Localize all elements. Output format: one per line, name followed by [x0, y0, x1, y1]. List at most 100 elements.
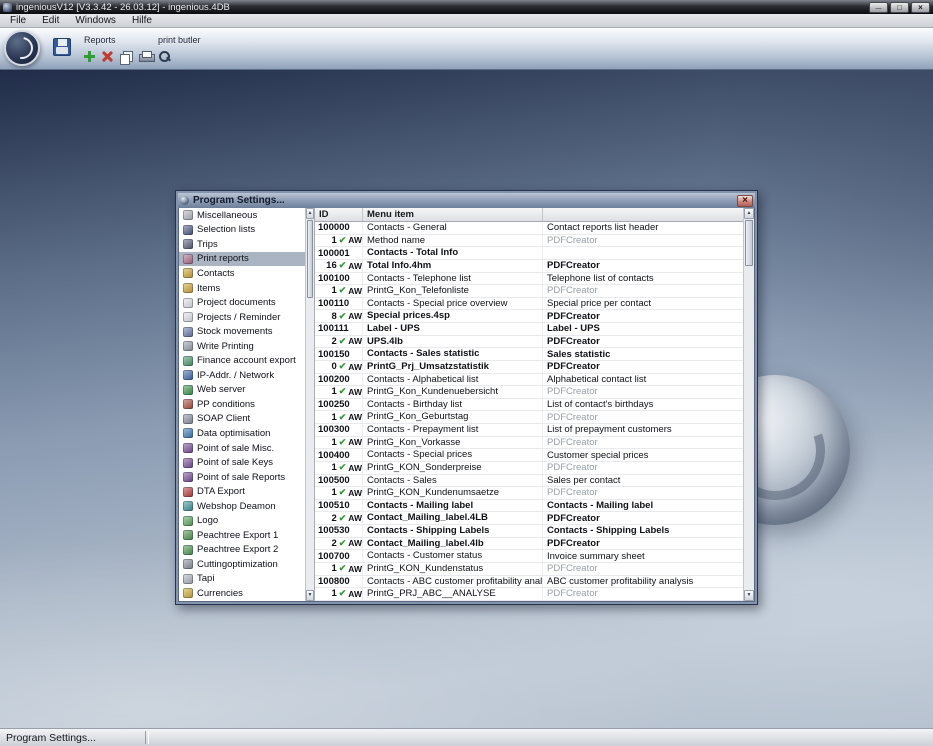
- sidebar-item[interactable]: Stock movements: [179, 324, 305, 339]
- sidebar-item[interactable]: SOAP Client: [179, 412, 305, 427]
- delete-icon[interactable]: [102, 51, 113, 62]
- add-icon[interactable]: [84, 51, 95, 62]
- sidebar-item[interactable]: Miscellaneous: [179, 208, 305, 223]
- sidebar-item[interactable]: Contacts: [179, 266, 305, 281]
- cell-menu-item: PrintG_Kon_Telefonliste: [363, 285, 543, 297]
- scroll-up-icon[interactable]: [306, 208, 314, 219]
- sidebar-item[interactable]: Currencies: [179, 586, 305, 601]
- table-row[interactable]: 1 AW PrintG_KON_Sonderpreise PDFCreator: [315, 461, 743, 475]
- cell-description: Sales per contact: [547, 474, 621, 486]
- sidebar-item[interactable]: Peachtree Export 2: [179, 543, 305, 558]
- table-row[interactable]: 100530 Contacts - Shipping Labels Contac…: [315, 525, 743, 538]
- sidebar-item[interactable]: Cuttingoptimization: [179, 557, 305, 572]
- sidebar-item[interactable]: Point of sale Reports: [179, 470, 305, 485]
- table-row[interactable]: 100111 Label - UPS Label - UPS: [315, 323, 743, 336]
- sidebar-item[interactable]: Data optimisation: [179, 426, 305, 441]
- sidebar-item[interactable]: Items: [179, 281, 305, 296]
- table-row[interactable]: 100001 Contacts - Total Info: [315, 247, 743, 260]
- sidebar-item[interactable]: Finance account export: [179, 353, 305, 368]
- table-row[interactable]: 100200 Contacts - Alphabetical list Alph…: [315, 373, 743, 387]
- cell-menu-item: Contacts - Prepayment list: [363, 424, 543, 436]
- table-row[interactable]: 1 AW PrintG_Kon_Kundenuebersicht PDFCrea…: [315, 386, 743, 399]
- table-row[interactable]: 100500 Contacts - Sales Sales per contac…: [315, 474, 743, 488]
- table-row[interactable]: 16 AW Total Info.4hm PDFCreator: [315, 259, 743, 273]
- sidebar-item[interactable]: Trips: [179, 237, 305, 252]
- print-icon[interactable]: [139, 50, 155, 63]
- table-row[interactable]: 100150 Contacts - Sales statistic Sales …: [315, 348, 743, 361]
- minimize-button[interactable]: [869, 1, 888, 13]
- header-id[interactable]: ID: [315, 208, 363, 221]
- table-row[interactable]: 100800 Contacts - ABC customer profitabi…: [315, 575, 743, 589]
- sidebar-item[interactable]: PP conditions: [179, 397, 305, 412]
- table-row[interactable]: 1 AW PrintG_Kon_Geburtstag PDFCreator: [315, 411, 743, 424]
- header-description[interactable]: [543, 208, 743, 221]
- table-row[interactable]: 100700 Contacts - Customer status Invoic…: [315, 550, 743, 563]
- header-menu-item[interactable]: Menu item: [363, 208, 543, 221]
- sidebar-item[interactable]: Logo: [179, 513, 305, 528]
- sidebar-item[interactable]: Selection lists: [179, 223, 305, 238]
- table-row[interactable]: 1 AW Method name PDFCreator: [315, 234, 743, 248]
- scroll-up-icon[interactable]: [744, 208, 754, 219]
- table-row[interactable]: 100110 Contacts - Special price overview…: [315, 297, 743, 311]
- cell-description: Customer special prices: [547, 449, 649, 461]
- table-row[interactable]: 100000 Contacts - General Contact report…: [315, 222, 743, 235]
- cell-menu-item: Contacts - Mailing label: [363, 499, 543, 512]
- table-row[interactable]: 1 AW PrintG_KON_Kundenumsaetze PDFCreato…: [315, 487, 743, 500]
- table-row[interactable]: 1 AW PrintG_Kon_Vorkasse PDFCreator: [315, 436, 743, 450]
- sidebar-item[interactable]: DTA Export: [179, 484, 305, 499]
- sidebar-item[interactable]: Peachtree Export 1: [179, 528, 305, 543]
- sidebar-item[interactable]: Print reports: [179, 251, 305, 267]
- menu-item[interactable]: Windows: [67, 14, 124, 27]
- sidebar-item[interactable]: Write Printing: [179, 339, 305, 354]
- table-row[interactable]: 2 AW Contact_Mailing_label.4lb PDFCreato…: [315, 537, 743, 551]
- search-icon[interactable]: [158, 50, 171, 63]
- scroll-down-icon[interactable]: [744, 590, 754, 601]
- aw-flag: AW: [348, 563, 362, 574]
- scrollbar-track[interactable]: [306, 219, 314, 590]
- table-row[interactable]: 1 AW PrintG_PRJ_ABC__ANALYSE PDFCreator: [315, 588, 743, 601]
- row-id: 100111: [318, 323, 349, 335]
- sidebar-item[interactable]: Point of sale Misc.: [179, 441, 305, 456]
- table-scrollbar[interactable]: [743, 208, 754, 601]
- check-icon: [339, 260, 347, 271]
- sidebar-item-label: Web server: [197, 384, 246, 396]
- sidebar-item[interactable]: Project documents: [179, 295, 305, 310]
- sidebar-item[interactable]: Projects / Reminder: [179, 310, 305, 325]
- maximize-button[interactable]: [890, 1, 909, 13]
- table-row[interactable]: 0 AW PrintG_Prj_Umsatzstatistik PDFCreat…: [315, 360, 743, 374]
- menu-item[interactable]: File: [2, 14, 34, 27]
- sidebar-scrollbar[interactable]: [305, 208, 314, 601]
- save-icon[interactable]: [53, 38, 71, 56]
- sidebar-item[interactable]: Point of sale Keys: [179, 455, 305, 470]
- cell-id: 100200: [315, 373, 363, 386]
- check-icon: [339, 513, 347, 524]
- table-row[interactable]: 2 AW UPS.4lb PDFCreator: [315, 335, 743, 349]
- dialog-titlebar[interactable]: Program Settings...: [178, 193, 755, 208]
- close-button[interactable]: [911, 1, 930, 13]
- table-row[interactable]: 100400 Contacts - Special prices Custome…: [315, 449, 743, 462]
- sidebar-item[interactable]: Web server: [179, 383, 305, 398]
- scrollbar-thumb[interactable]: [307, 220, 313, 298]
- scrollbar-track[interactable]: [744, 219, 754, 590]
- scrollbar-thumb[interactable]: [745, 220, 753, 266]
- cell-id: 100150: [315, 348, 363, 360]
- table-row[interactable]: 100510 Contacts - Mailing label Contacts…: [315, 499, 743, 513]
- table-row[interactable]: 2 AW Contact_Mailing_label.4LB PDFCreato…: [315, 512, 743, 525]
- table-row[interactable]: 8 AW Special prices.4sp PDFCreator: [315, 310, 743, 323]
- cell-description: Contacts - Mailing label: [547, 500, 654, 512]
- menu-item[interactable]: Hilfe: [124, 14, 160, 27]
- copy-icon[interactable]: [120, 50, 133, 65]
- scroll-down-icon[interactable]: [306, 590, 314, 601]
- aw-flag: AW: [348, 361, 362, 372]
- table-row[interactable]: 100300 Contacts - Prepayment list List o…: [315, 424, 743, 437]
- cell-description: Label - UPS: [547, 323, 600, 335]
- menu-item[interactable]: Edit: [34, 14, 67, 27]
- sidebar-item[interactable]: Tapi: [179, 572, 305, 587]
- sidebar-item[interactable]: Webshop Deamon: [179, 499, 305, 514]
- table-row[interactable]: 100250 Contacts - Birthday list List of …: [315, 398, 743, 412]
- dialog-close-button[interactable]: [737, 194, 753, 207]
- table-row[interactable]: 100100 Contacts - Telephone list Telepho…: [315, 272, 743, 286]
- sidebar-item[interactable]: IP-Addr. / Network: [179, 368, 305, 383]
- table-row[interactable]: 1 AW PrintG_KON_Kundenstatus PDFCreator: [315, 562, 743, 576]
- table-row[interactable]: 1 AW PrintG_Kon_Telefonliste PDFCreator: [315, 285, 743, 298]
